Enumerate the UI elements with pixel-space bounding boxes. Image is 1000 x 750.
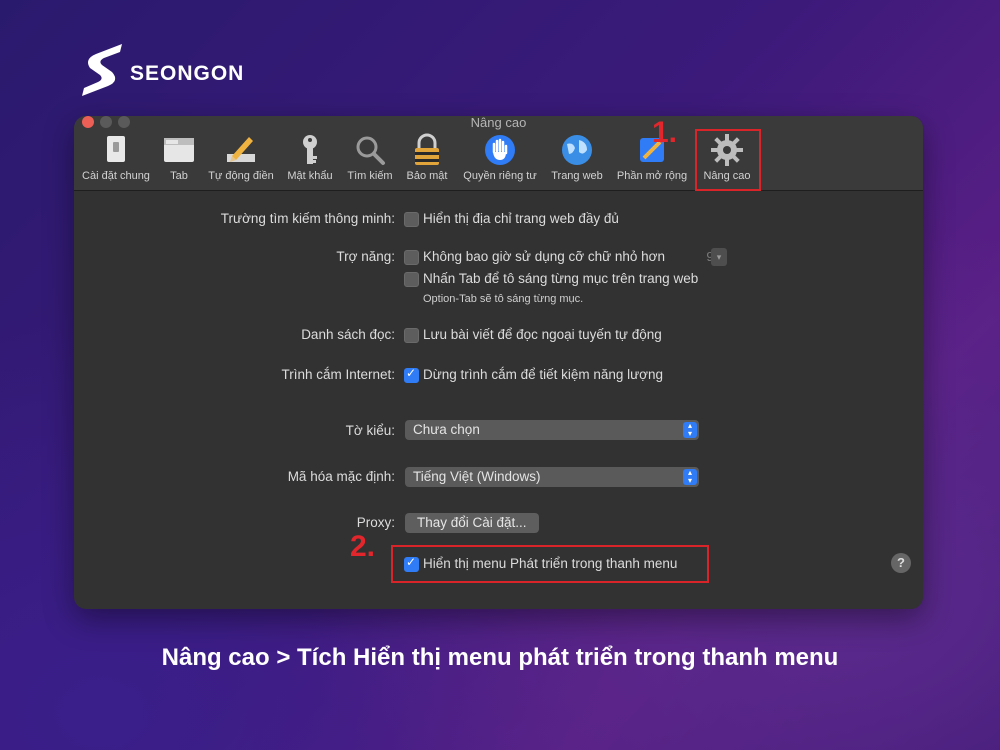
brand-name: SEONGON: [130, 62, 245, 85]
encoding-select[interactable]: Tiếng Việt (Windows) ▴ ▾: [405, 467, 699, 487]
style-sheet-value: Chưa chọn: [413, 422, 480, 437]
min-font-size-option: Không bao giờ sử dụng cỡ chữ nhỏ hơn: [423, 249, 666, 264]
search-icon: [352, 132, 388, 168]
tab-highlight-checkbox[interactable]: [404, 272, 419, 287]
safari-preferences-window: Nâng cao Cài đặt chung Tab Tự động điền …: [74, 116, 923, 609]
tab-security[interactable]: Bảo mật: [400, 132, 454, 182]
step-1-label: 1.: [652, 116, 678, 149]
chevron-updown-icon: ▴ ▾: [683, 422, 697, 438]
chevron-updown-icon: ▴ ▾: [683, 469, 697, 485]
tab-passwords[interactable]: Mật khẩu: [282, 132, 338, 182]
tab-tabs[interactable]: Tab: [160, 132, 198, 182]
highlight-advanced-tab: [695, 129, 761, 191]
reading-list-label: Danh sách đọc:: [301, 327, 395, 342]
brand-logo: SEONGON: [78, 40, 244, 100]
reading-list-option: Lưu bài viết để đọc ngoại tuyến tự động: [423, 327, 662, 342]
proxy-settings-button[interactable]: Thay đổi Cài đặt...: [405, 513, 539, 533]
font-size-stepper[interactable]: ▾: [711, 248, 727, 266]
help-button[interactable]: ?: [891, 553, 911, 573]
globe-icon: [559, 132, 595, 168]
seongon-logo-mark: [78, 42, 128, 98]
lock-icon: [409, 132, 445, 168]
tab-privacy[interactable]: Quyền riêng tư: [456, 132, 544, 182]
key-icon: [292, 132, 328, 168]
option-tab-hint: Option-Tab sẽ tô sáng từng mục.: [423, 293, 584, 305]
smart-search-option: Hiển thị địa chỉ trang web đầy đủ: [423, 211, 619, 226]
window-toolbar: Nâng cao Cài đặt chung Tab Tự động điền …: [74, 116, 923, 191]
tab-autofill[interactable]: Tự động điền: [202, 132, 280, 182]
hand-icon: [482, 132, 518, 168]
reading-list-checkbox[interactable]: [404, 328, 419, 343]
style-sheet-label: Tờ kiểu:: [345, 423, 395, 438]
tab-search[interactable]: Tìm kiếm: [342, 132, 398, 182]
plugins-checkbox[interactable]: [404, 366, 419, 383]
tab-general[interactable]: Cài đặt chung: [76, 132, 156, 182]
window-title: Nâng cao: [470, 116, 527, 130]
encoding-label: Mã hóa mặc định:: [287, 469, 395, 484]
pencil-icon: [223, 132, 259, 168]
smart-search-label: Trường tìm kiếm thông minh:: [220, 211, 395, 226]
plugins-option: Dừng trình cắm để tiết kiệm năng lượng: [423, 367, 664, 382]
step-2-label: 2.: [350, 530, 376, 563]
plugins-label: Trình cắm Internet:: [281, 367, 395, 382]
caption: Nâng cao > Tích Hiển thị menu phát triển…: [161, 644, 839, 671]
smart-search-checkbox[interactable]: [404, 212, 419, 227]
tabs-icon: [161, 132, 197, 168]
min-font-size-checkbox[interactable]: [404, 250, 419, 265]
tab-highlight-option: Nhấn Tab để tô sáng từng mục trên trang …: [423, 271, 699, 286]
switch-icon: [98, 132, 134, 168]
style-sheet-select[interactable]: Chưa chọn ▴ ▾: [405, 420, 699, 440]
tab-websites[interactable]: Trang web: [546, 132, 608, 182]
develop-menu-option: Hiển thị menu Phát triển trong thanh men…: [423, 556, 678, 571]
encoding-value: Tiếng Việt (Windows): [413, 469, 541, 484]
proxy-label: Proxy:: [356, 515, 395, 530]
develop-menu-checkbox[interactable]: [404, 555, 419, 572]
accessibility-label: Trợ năng:: [336, 249, 395, 264]
